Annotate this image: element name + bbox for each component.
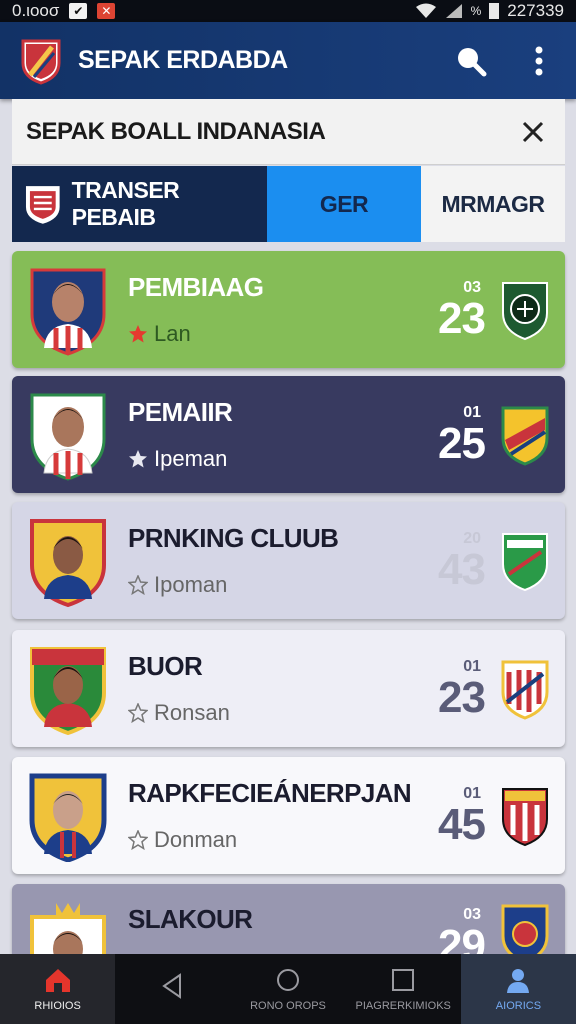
player-name: PEMBIAAG <box>128 272 264 302</box>
search-button[interactable] <box>454 44 488 78</box>
more-options-button[interactable] <box>522 44 556 78</box>
bottom-navigation: RHIOIOS RONO OROPS PIAGRERKIMIOKS AIORIC… <box>0 954 576 1024</box>
star-filled-icon <box>129 450 147 468</box>
player-avatar-icon <box>30 393 106 481</box>
star-filled-icon <box>129 325 147 343</box>
player-card[interactable]: RAPKFECIEÁNERPJAN Donman 01 45 <box>12 757 565 874</box>
search-input[interactable]: SEPAK BOALL INDANASIA <box>26 118 326 146</box>
check-notification-icon: ✔ <box>69 3 88 19</box>
player-card[interactable]: PEMAIIR Ipeman 01 25 <box>12 376 565 493</box>
player-role: Donman <box>154 827 238 852</box>
player-avatar-icon <box>30 518 106 607</box>
nav-aiorics-label: AIORICS <box>495 1000 542 1012</box>
club-badge-icon <box>501 406 549 466</box>
tab-ger-label: GER <box>319 190 369 217</box>
player-name: SLAKOUR <box>128 904 253 934</box>
player-name: BUOR <box>128 651 203 681</box>
player-role: Lan <box>154 321 191 346</box>
nav-back[interactable] <box>115 954 230 1024</box>
tab-transfer[interactable]: TRANSER PEBAIB <box>12 166 267 242</box>
player-role-row: Donman <box>128 827 411 853</box>
player-avatar-icon <box>30 268 106 356</box>
player-avatar-icon <box>29 773 107 862</box>
signal-icon <box>445 4 462 18</box>
people-icon <box>507 969 530 993</box>
player-number: 23 <box>438 672 486 722</box>
player-number: 45 <box>438 799 486 849</box>
player-number: 25 <box>438 418 486 468</box>
nav-home[interactable]: RHIOIOS <box>0 954 116 1024</box>
club-badge-icon <box>502 532 548 591</box>
star-outline-icon <box>128 575 148 595</box>
app-bar: SEPAK ERDABDA <box>0 22 576 99</box>
player-avatar-icon <box>30 646 106 735</box>
player-role: Ronsan <box>154 700 230 725</box>
player-number: 23 <box>438 293 486 343</box>
wifi-icon <box>415 3 436 18</box>
alert-notification-icon: ✕ <box>97 3 116 19</box>
star-outline-icon <box>128 703 148 723</box>
club-shield-logo <box>21 39 61 85</box>
battery-percent: % <box>470 4 482 18</box>
search-bar[interactable]: SEPAK BOALL INDANASIA <box>12 99 565 165</box>
player-number: 43 <box>438 544 486 594</box>
search-icon <box>458 47 487 76</box>
nav-aiorics[interactable]: AIORICS <box>460 954 576 1024</box>
tab-mrmagr-label: MRMAGR <box>441 190 545 217</box>
circle-home-icon <box>277 969 299 991</box>
status-bar: 0.ιοοσ ✔ ✕ % 227339 <box>0 0 576 22</box>
app-title: SEPAK ERDABDA <box>78 46 288 74</box>
player-role: Ipoman <box>154 572 228 597</box>
player-role-row: Lan <box>128 321 263 347</box>
nav-recents-label: PIAGRERKIMIOKS <box>355 1000 451 1012</box>
more-vert-icon <box>535 46 543 75</box>
club-badge-icon <box>502 281 548 340</box>
nav-recents[interactable]: PIAGRERKIMIOKS <box>346 954 461 1024</box>
player-role: Ipeman <box>154 446 228 471</box>
battery-icon <box>489 3 500 19</box>
club-badge-icon <box>502 787 548 846</box>
player-card[interactable]: BUOR Ronsan 01 23 <box>12 630 565 747</box>
square-recents-icon <box>392 969 415 991</box>
tab-mrmagr[interactable]: MRMAGR <box>421 166 565 242</box>
close-icon <box>522 121 544 142</box>
tab-transfer-label: TRANSER PEBAIB <box>71 177 180 230</box>
player-name: PRNKING CLUUB <box>128 523 339 553</box>
player-name: RAPKFECIEÁNERPJAN <box>128 778 412 808</box>
nav-home-label: RHIOIOS <box>34 1000 81 1012</box>
player-role-row: Ipoman <box>128 572 338 598</box>
player-name: PEMAIIR <box>128 397 233 427</box>
player-role-row: Ronsan <box>128 700 230 726</box>
home-icon <box>45 969 70 992</box>
nav-rono[interactable]: RONO OROPS <box>230 954 345 1024</box>
status-time-left: 0.ιοοσ <box>12 1 60 20</box>
player-role-row: Ipeman <box>128 446 232 472</box>
back-triangle-icon <box>162 973 181 999</box>
club-badge-icon <box>501 660 549 720</box>
player-card[interactable]: PRNKING CLUUB Ipoman 20 43 <box>12 502 565 619</box>
tab-bar: TRANSER PEBAIB GER MRMAGR <box>12 166 565 242</box>
player-card[interactable]: PEMBIAAG Lan 03 23 <box>12 251 565 368</box>
clear-search-button[interactable] <box>515 114 551 150</box>
status-clock: 227339 <box>507 1 564 20</box>
star-outline-icon <box>128 830 148 850</box>
tab-ger[interactable]: GER <box>267 166 421 242</box>
nav-rono-label: RONO OROPS <box>250 1000 326 1012</box>
club-shield-icon <box>25 186 60 224</box>
